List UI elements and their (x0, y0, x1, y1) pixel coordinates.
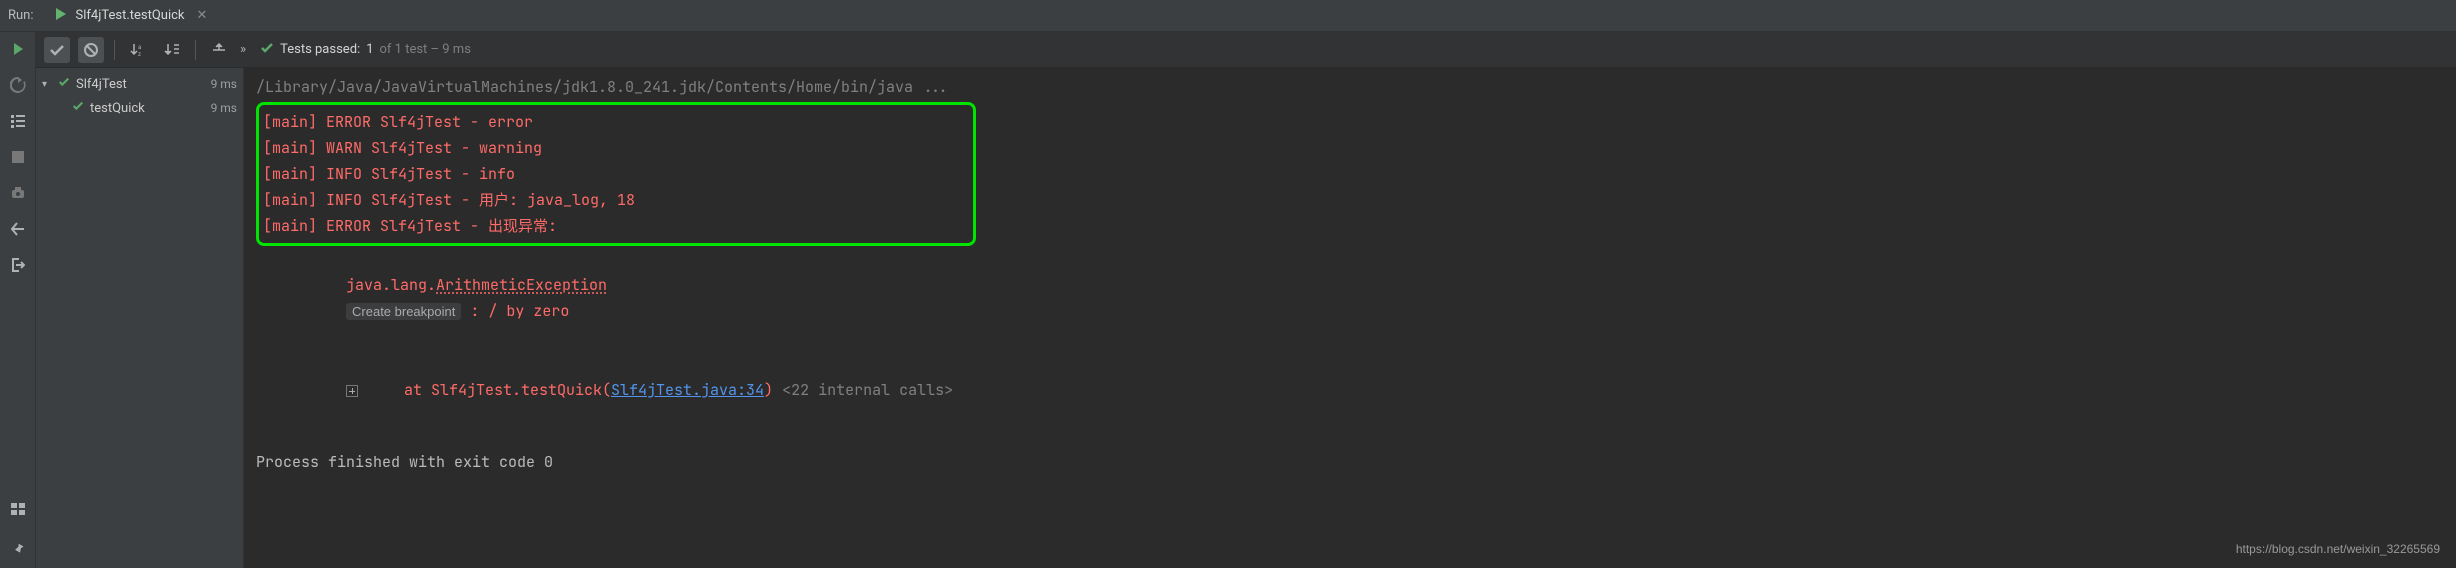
run-config-tab-label: Slf4jTest.testQuick (76, 8, 185, 23)
watermark: https://blog.csdn.net/weixin_32265569 (2236, 536, 2440, 562)
log-line: [main] INFO Slf4jTest - 用户: java_log, 18 (263, 187, 965, 213)
log-line: [main] ERROR Slf4jTest - 出现异常: (263, 213, 965, 239)
test-class-name: Slf4jTest (76, 77, 205, 92)
more-chevron-icon[interactable]: » (240, 42, 246, 57)
test-tree-item[interactable]: testQuick 9 ms (36, 96, 243, 120)
chevron-down-icon[interactable]: ▾ (42, 79, 52, 90)
check-icon (260, 41, 274, 59)
stack-at-text: at Slf4jTest.testQuick( (368, 380, 611, 400)
expand-all-button[interactable] (206, 37, 232, 63)
test-tree-root[interactable]: ▾ Slf4jTest 9 ms (36, 72, 243, 96)
console-output[interactable]: /Library/Java/JavaVirtualMachines/jdk1.8… (244, 68, 2456, 568)
process-exit-line: Process finished with exit code 0 (256, 449, 2444, 475)
show-ignored-button[interactable] (78, 37, 104, 63)
stack-close: ) (764, 380, 773, 400)
run-config-tab[interactable]: Slf4jTest.testQuick ✕ (44, 0, 218, 31)
exception-line: java.lang.ArithmeticException Create bre… (256, 246, 2444, 351)
highlighted-log-box: [main] ERROR Slf4jTest - error [main] WA… (256, 102, 976, 246)
internal-calls-label[interactable]: <22 internal calls> (773, 380, 953, 400)
run-config-icon (54, 7, 68, 25)
log-line: [main] WARN Slf4jTest - warning (263, 135, 965, 161)
rerun-icon[interactable] (9, 40, 27, 58)
java-command-line: /Library/Java/JavaVirtualMachines/jdk1.8… (256, 74, 2444, 100)
test-class-time: 9 ms (211, 77, 237, 91)
source-link[interactable]: Slf4jTest.java:34 (611, 380, 764, 400)
test-tree: ▾ Slf4jTest 9 ms testQuick 9 ms (36, 68, 244, 568)
layout-icon[interactable] (9, 220, 27, 238)
exit-icon[interactable] (9, 256, 27, 274)
view-icon[interactable] (9, 500, 27, 518)
stack-frame-line: at Slf4jTest.testQuick(Slf4jTest.java:34… (256, 351, 2444, 429)
dump-icon[interactable] (9, 184, 27, 202)
svg-text:a: a (138, 44, 141, 51)
close-tab-icon[interactable]: ✕ (197, 8, 208, 23)
exception-message: : / by zero (461, 301, 569, 321)
test-method-time: 9 ms (211, 101, 237, 115)
left-tool-gutter (0, 32, 36, 568)
toolbar-separator (195, 40, 196, 60)
stop-icon[interactable] (9, 148, 27, 166)
tests-passed-count: 1 (366, 42, 373, 57)
log-line: [main] ERROR Slf4jTest - error (263, 109, 965, 135)
run-panel-label: Run: (8, 8, 34, 23)
check-icon (58, 76, 70, 92)
toolbar-separator (114, 40, 115, 60)
tests-passed-label: Tests passed: (280, 42, 360, 57)
test-toolbar: az » Tests passed: 1 of 1 test – 9 ms (36, 32, 2456, 68)
settings-icon[interactable] (9, 112, 27, 130)
exception-class-link[interactable]: ArithmeticException (436, 275, 607, 295)
tests-total-label: of 1 test – 9 ms (380, 42, 471, 57)
expand-stack-icon[interactable] (346, 385, 358, 397)
sort-button[interactable]: az (125, 37, 151, 63)
create-breakpoint-button[interactable]: Create breakpoint (346, 303, 461, 320)
test-status: Tests passed: 1 of 1 test – 9 ms (260, 41, 471, 59)
svg-text:z: z (138, 51, 141, 57)
toggle-auto-test-icon[interactable] (9, 76, 27, 94)
exception-package: java.lang. (346, 275, 436, 295)
import-sort-button[interactable] (159, 37, 185, 63)
log-line: [main] INFO Slf4jTest - info (263, 161, 965, 187)
pin-icon[interactable] (9, 540, 27, 558)
test-method-name: testQuick (90, 101, 205, 116)
check-icon (72, 100, 84, 116)
show-passed-button[interactable] (44, 37, 70, 63)
